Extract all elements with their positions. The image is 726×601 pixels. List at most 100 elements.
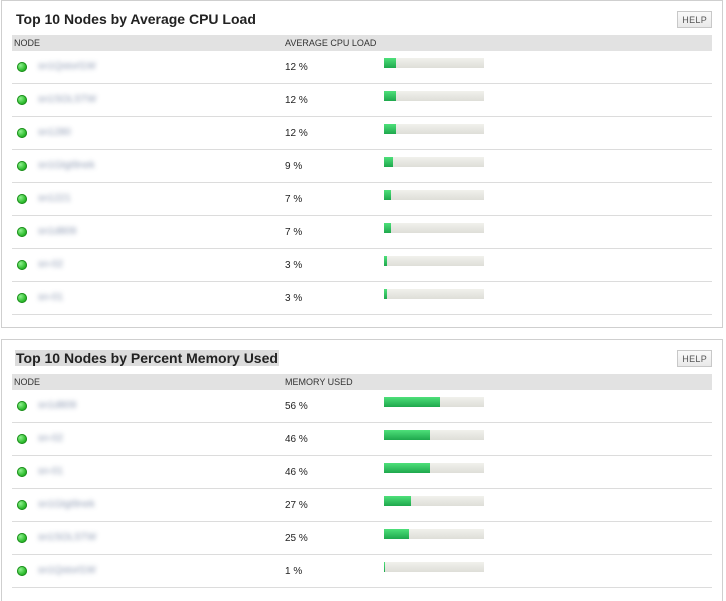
memory-used-column-header[interactable]: MEMORY USED (285, 377, 353, 387)
memory-column-header: NODE MEMORY USED (12, 374, 712, 390)
cpu-bar-fill (384, 289, 387, 299)
status-up-icon (17, 128, 27, 138)
table-row[interactable]: sn1Gtgt9nek 27 % (12, 489, 712, 522)
cpu-bar-fill (384, 190, 391, 200)
memory-value: 56 % (285, 401, 308, 412)
cpu-value: 7 % (285, 194, 303, 205)
status-up-icon (17, 293, 27, 303)
table-row[interactable]: sn1d809 56 % (12, 390, 712, 423)
memory-bar (384, 496, 484, 506)
memory-help-button[interactable]: HELP (677, 350, 712, 367)
memory-bar (384, 397, 484, 407)
cpu-node-name[interactable]: sn1221 (38, 193, 71, 204)
cpu-value: 3 % (285, 293, 303, 304)
memory-bar (384, 562, 484, 572)
table-row[interactable]: sn-02 3 % (12, 249, 712, 282)
memory-node-name[interactable]: sn1Qstorl1W (38, 565, 96, 576)
memory-node-name[interactable]: sn1SOLSTW (38, 532, 96, 543)
cpu-help-button[interactable]: HELP (677, 11, 712, 28)
cpu-bar-fill (384, 91, 396, 101)
status-up-icon (17, 227, 27, 237)
status-up-icon (17, 500, 27, 510)
memory-bar-fill (384, 397, 440, 407)
status-up-icon (17, 467, 27, 477)
memory-rows: sn1d809 56 % sn-02 46 % sn-01 46 % sn1Gtgt9nek… (12, 390, 712, 588)
cpu-bar-fill (384, 223, 391, 233)
memory-value: 46 % (285, 467, 308, 478)
cpu-value: 12 % (285, 95, 308, 106)
cpu-load-column-header[interactable]: AVERAGE CPU LOAD (285, 38, 376, 48)
cpu-bar (384, 256, 484, 266)
memory-bar (384, 430, 484, 440)
cpu-panel-title: Top 10 Nodes by Average CPU Load (16, 11, 256, 27)
status-up-icon (17, 194, 27, 204)
status-up-icon (17, 566, 27, 576)
memory-value: 1 % (285, 566, 303, 577)
status-up-icon (17, 62, 27, 72)
cpu-node-name[interactable]: sn1Gtgt9nek (38, 160, 95, 171)
cpu-bar (384, 223, 484, 233)
cpu-bar (384, 91, 484, 101)
memory-bar-fill (384, 463, 430, 473)
cpu-node-name[interactable]: sn-02 (38, 259, 63, 270)
table-row[interactable]: sn-01 46 % (12, 456, 712, 489)
memory-value: 25 % (285, 533, 308, 544)
cpu-bar (384, 289, 484, 299)
table-row[interactable]: sn1Qstorl1W 12 % (12, 51, 712, 84)
memory-node-name[interactable]: sn1d809 (38, 400, 76, 411)
memory-node-name[interactable]: sn-02 (38, 433, 63, 444)
table-row[interactable]: sn1221 7 % (12, 183, 712, 216)
cpu-node-column-header[interactable]: NODE (14, 38, 40, 48)
cpu-value: 12 % (285, 62, 308, 73)
cpu-bar-fill (384, 124, 396, 134)
memory-value: 46 % (285, 434, 308, 445)
table-row[interactable]: sn1280 12 % (12, 117, 712, 150)
cpu-node-name[interactable]: sn1d809 (38, 226, 76, 237)
memory-bar (384, 463, 484, 473)
memory-bar (384, 529, 484, 539)
cpu-value: 3 % (285, 260, 303, 271)
memory-node-name[interactable]: sn-01 (38, 466, 63, 477)
table-row[interactable]: sn1d809 7 % (12, 216, 712, 249)
cpu-bar (384, 190, 484, 200)
cpu-node-name[interactable]: sn1280 (38, 127, 71, 138)
cpu-bar (384, 58, 484, 68)
cpu-bar-fill (384, 58, 396, 68)
cpu-node-name[interactable]: sn1Qstorl1W (38, 61, 96, 72)
table-row[interactable]: sn1SOLSTW 25 % (12, 522, 712, 555)
status-up-icon (17, 401, 27, 411)
cpu-panel-header: Top 10 Nodes by Average CPU Load HELP (2, 1, 722, 35)
cpu-column-header: NODE AVERAGE CPU LOAD (12, 35, 712, 51)
status-up-icon (17, 260, 27, 270)
cpu-value: 12 % (285, 128, 308, 139)
table-row[interactable]: sn1Gtgt9nek 9 % (12, 150, 712, 183)
memory-used-panel: Top 10 Nodes by Percent Memory Used HELP… (1, 339, 723, 601)
memory-panel-header: Top 10 Nodes by Percent Memory Used HELP (2, 340, 722, 374)
status-up-icon (17, 161, 27, 171)
cpu-bar-fill (384, 256, 387, 266)
status-up-icon (17, 95, 27, 105)
memory-node-name[interactable]: sn1Gtgt9nek (38, 499, 95, 510)
memory-panel-title: Top 10 Nodes by Percent Memory Used (15, 350, 279, 366)
table-row[interactable]: sn-02 46 % (12, 423, 712, 456)
table-row[interactable]: sn1Qstorl1W 1 % (12, 555, 712, 588)
memory-bar-fill (384, 529, 409, 539)
table-row[interactable]: sn1SOLSTW 12 % (12, 84, 712, 117)
cpu-bar (384, 157, 484, 167)
status-up-icon (17, 533, 27, 543)
cpu-node-name[interactable]: sn-01 (38, 292, 63, 303)
cpu-rows: sn1Qstorl1W 12 % sn1SOLSTW 12 % sn1280 12 % sn… (12, 51, 712, 315)
cpu-value: 7 % (285, 227, 303, 238)
cpu-node-name[interactable]: sn1SOLSTW (38, 94, 96, 105)
cpu-value: 9 % (285, 161, 303, 172)
memory-bar-fill (384, 496, 411, 506)
cpu-load-panel: Top 10 Nodes by Average CPU Load HELP NO… (1, 0, 723, 328)
cpu-bar-fill (384, 157, 393, 167)
memory-node-column-header[interactable]: NODE (14, 377, 40, 387)
cpu-bar (384, 124, 484, 134)
memory-bar-fill (384, 430, 430, 440)
status-up-icon (17, 434, 27, 444)
memory-bar-fill (384, 562, 385, 572)
table-row[interactable]: sn-01 3 % (12, 282, 712, 315)
memory-value: 27 % (285, 500, 308, 511)
